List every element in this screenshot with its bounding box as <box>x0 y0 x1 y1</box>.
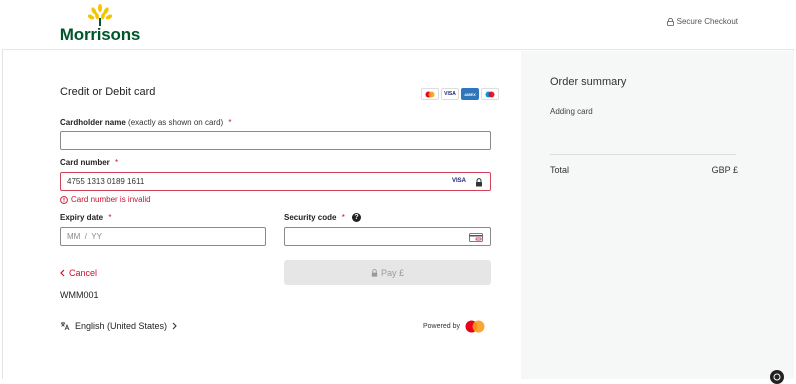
security-code-label-text: Security code <box>284 213 337 222</box>
help-widget-icon <box>773 373 781 381</box>
cardholder-label-text: Cardholder name <box>60 118 126 127</box>
required-mark: * <box>228 118 232 127</box>
expiry-label: Expiry date * <box>60 213 112 222</box>
error-icon <box>60 195 68 204</box>
lock-icon <box>371 268 378 277</box>
card-number-label-text: Card number <box>60 158 110 167</box>
cancel-label: Cancel <box>69 268 98 278</box>
morrisons-logo[interactable]: Morrisons <box>58 4 142 44</box>
powered-by: Powered by <box>423 320 486 333</box>
card-number-input[interactable]: 4755 1313 0189 1611 VISA <box>60 172 491 191</box>
visa-badge: VISA <box>451 178 466 184</box>
card-number-error-text: Card number is invalid <box>71 195 151 204</box>
translate-icon <box>60 322 70 331</box>
required-mark: * <box>341 213 345 222</box>
card-number-value: 4755 1313 0189 1611 <box>67 177 145 186</box>
pay-button[interactable]: Pay £ <box>284 260 491 285</box>
card-number-error: Card number is invalid <box>60 195 151 204</box>
accepted-cards: VISA AMEX <box>421 88 499 100</box>
secure-checkout: Secure Checkout <box>666 17 738 26</box>
brand-wordmark: Morrisons <box>59 25 141 44</box>
order-summary-item: Adding card <box>550 107 593 116</box>
help-widget-button[interactable] <box>770 370 784 384</box>
visa-icon: VISA <box>441 88 459 100</box>
language-label: English (United States) <box>75 321 168 331</box>
card-number-label: Card number * <box>60 158 118 167</box>
lock-icon <box>666 17 674 26</box>
required-mark: * <box>108 213 112 222</box>
mastercard-icon <box>421 88 439 100</box>
header: Morrisons Secure Checkout <box>2 0 794 50</box>
maestro-icon <box>481 88 499 100</box>
powered-by-label: Powered by <box>423 323 460 330</box>
total-amount: GBP £ <box>711 165 738 175</box>
divider <box>550 154 736 155</box>
merchant-reference: WMM001 <box>60 290 99 300</box>
cardholder-label: Cardholder name (exactly as shown on car… <box>60 118 232 127</box>
expiry-date-input[interactable]: MM / YY <box>60 227 266 246</box>
security-code-input[interactable] <box>284 227 491 246</box>
cardholder-sublabel: (exactly as shown on card) <box>128 118 224 127</box>
cardholder-name-input[interactable] <box>60 131 491 150</box>
order-summary-title: Order summary <box>550 76 627 88</box>
order-summary-panel: Order summary Adding card Total GBP £ <box>521 51 794 379</box>
chevron-left-icon <box>60 269 65 277</box>
secure-checkout-label: Secure Checkout <box>676 17 738 26</box>
card-back-icon <box>469 233 483 242</box>
amex-icon: AMEX <box>461 88 479 100</box>
chevron-right-icon <box>172 322 177 330</box>
cancel-link[interactable]: Cancel <box>60 268 97 278</box>
security-code-label: Security code * ? <box>284 213 362 223</box>
form-title: Credit or Debit card <box>60 86 156 98</box>
language-selector[interactable]: English (United States) <box>60 321 177 331</box>
required-mark: * <box>115 158 119 167</box>
mastercard-icon <box>465 320 485 333</box>
lock-icon <box>476 178 482 187</box>
expiry-label-text: Expiry date <box>60 213 104 222</box>
help-icon[interactable]: ? <box>352 213 362 223</box>
pay-button-label: Pay £ <box>380 267 404 278</box>
expiry-placeholder: MM / YY <box>67 232 102 241</box>
total-label: Total <box>550 165 570 175</box>
